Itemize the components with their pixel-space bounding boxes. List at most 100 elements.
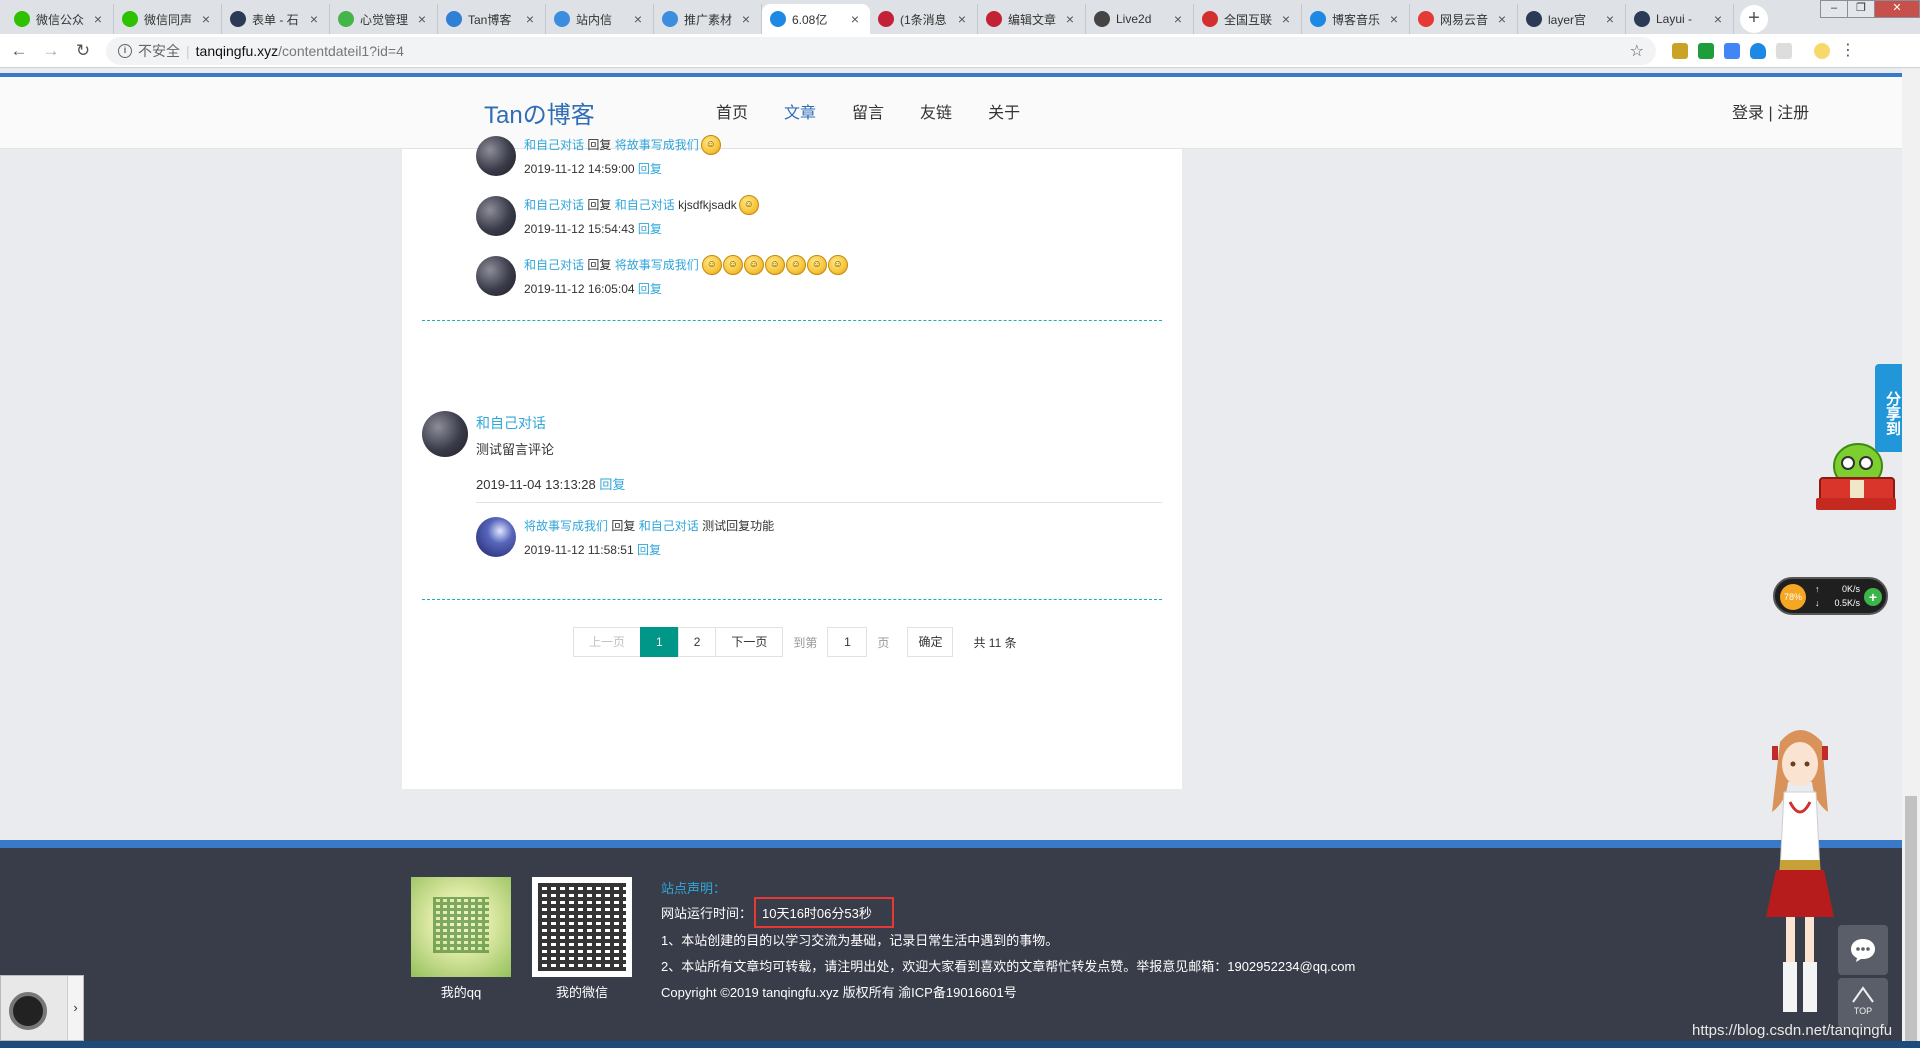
goto-page-input[interactable]: 1 <box>827 627 868 657</box>
auth-links: 登录 | 注册 <box>1732 99 1809 123</box>
extension-icon[interactable] <box>1672 42 1688 59</box>
tab-close-icon[interactable]: × <box>848 11 862 27</box>
bookmark-star-icon[interactable]: ☆ <box>1630 41 1644 61</box>
browser-tab[interactable]: 全国互联 × <box>1194 4 1302 34</box>
minimize-button[interactable]: – <box>1820 0 1848 18</box>
tab-close-icon[interactable]: × <box>415 11 429 27</box>
comment-meta: 2019-11-04 13:13:28 回复 <box>476 474 625 493</box>
tab-close-icon[interactable]: × <box>955 11 969 27</box>
reply-author-link[interactable]: 将故事写成我们 <box>524 517 608 535</box>
reply-button[interactable]: 回复 <box>638 162 662 176</box>
reload-button[interactable]: ↻ <box>70 38 96 64</box>
url-input[interactable]: i 不安全 | tanqingfu.xyz/contentdateil1?id=… <box>106 36 1656 65</box>
extension-icon[interactable] <box>1750 42 1766 59</box>
tab-close-icon[interactable]: × <box>1063 11 1077 27</box>
browser-tab[interactable]: 表单 - 石 × <box>222 4 330 34</box>
profile-avatar[interactable] <box>1814 42 1830 59</box>
scrollbar-thumb[interactable] <box>1905 796 1917 1041</box>
reply-button[interactable]: 回复 <box>637 543 661 557</box>
browser-tab[interactable]: 推广素材 × <box>654 4 762 34</box>
new-tab-button[interactable]: + <box>1740 5 1768 33</box>
extension-icon[interactable] <box>1724 42 1740 59</box>
tab-close-icon[interactable]: × <box>739 11 753 27</box>
browser-tab[interactable]: 微信公众 × <box>6 4 114 34</box>
tab-close-icon[interactable]: × <box>1171 11 1185 27</box>
tab-close-icon[interactable]: × <box>1495 11 1509 27</box>
reply-item: 和自己对话 回复 将故事写成我们 ☺ 2019-11-12 14:59:00 回复 <box>476 135 721 177</box>
browser-tab[interactable]: 站内信 × <box>546 4 654 34</box>
back-button[interactable]: ← <box>6 38 32 64</box>
emoji-icon: ☺ <box>743 255 764 275</box>
chat-bubble-icon <box>1851 939 1875 962</box>
reply-target-link[interactable]: 和自己对话 <box>639 517 699 535</box>
music-player[interactable]: › <box>0 975 84 1041</box>
tab-close-icon[interactable]: × <box>1711 11 1725 27</box>
browser-tab[interactable]: 博客音乐 × <box>1302 4 1410 34</box>
page-button-1[interactable]: 1 <box>640 627 679 657</box>
page-scrollbar[interactable] <box>1902 69 1920 1048</box>
browser-tab[interactable]: 6.08亿 × <box>762 4 870 34</box>
tab-close-icon[interactable]: × <box>523 11 537 27</box>
page-button-2[interactable]: 2 <box>677 627 717 657</box>
nav-articles[interactable]: 文章 <box>784 99 816 123</box>
browser-tab[interactable]: 微信同声 × <box>114 4 222 34</box>
reply-author-link[interactable]: 和自己对话 <box>524 196 584 214</box>
register-link[interactable]: 注册 <box>1777 105 1809 122</box>
extension-icon[interactable] <box>1776 42 1792 59</box>
browser-tab[interactable]: 心觉管理 × <box>330 4 438 34</box>
prev-page-button[interactable]: 上一页 <box>573 627 642 657</box>
tab-close-icon[interactable]: × <box>631 11 645 27</box>
tab-close-icon[interactable]: × <box>199 11 213 27</box>
nav-friend-links[interactable]: 友链 <box>920 99 952 123</box>
runtime-line: 网站运行时间： 10天16时06分53秒 <box>661 897 894 928</box>
reply-target-link[interactable]: 将故事写成我们 <box>615 136 699 154</box>
next-page-button[interactable]: 下一页 <box>715 627 784 657</box>
menu-kebab-icon[interactable]: ⋮ <box>1840 42 1856 59</box>
browser-tab[interactable]: Tan博客 × <box>438 4 546 34</box>
tab-close-icon[interactable]: × <box>1279 11 1293 27</box>
maximize-button[interactable]: ❐ <box>1847 0 1875 18</box>
close-window-button[interactable]: ✕ <box>1874 0 1920 18</box>
browser-tab[interactable]: 网易云音 × <box>1410 4 1518 34</box>
browser-tab[interactable]: (1条消息 × <box>870 4 978 34</box>
site-logo[interactable]: Tanの博客 <box>484 95 595 130</box>
back-to-top-button[interactable]: TOP <box>1838 978 1888 1028</box>
browser-tab[interactable]: layer官 × <box>1518 4 1626 34</box>
emoji-icon: ☺ <box>722 255 743 275</box>
accelerate-plus-icon[interactable]: + <box>1864 588 1882 606</box>
upload-speed: 0K/s <box>1841 584 1860 594</box>
reply-button[interactable]: 回复 <box>599 477 625 492</box>
reply-target-link[interactable]: 将故事写成我们 <box>615 256 699 274</box>
reply-button[interactable]: 回复 <box>638 222 662 236</box>
reply-author-link[interactable]: 和自己对话 <box>524 136 584 154</box>
login-link[interactable]: 登录 <box>1732 105 1764 122</box>
expand-player-icon[interactable]: › <box>67 976 83 1040</box>
browser-tab[interactable]: 编辑文章 × <box>978 4 1086 34</box>
browser-tab[interactable]: Live2d × <box>1086 4 1194 34</box>
extension-icon[interactable] <box>1698 42 1714 59</box>
reply-verb: 回复 <box>611 519 636 533</box>
browser-tab[interactable]: Layui - × <box>1626 4 1734 34</box>
tab-favicon-icon <box>14 11 30 27</box>
reply-button[interactable]: 回复 <box>638 282 662 296</box>
tab-favicon-icon <box>446 11 462 27</box>
qq-qr-label: 我的qq <box>440 985 482 1000</box>
goto-confirm-button[interactable]: 确定 <box>907 627 954 657</box>
reply-author-link[interactable]: 和自己对话 <box>524 256 584 274</box>
reply-target-link[interactable]: 和自己对话 <box>615 196 675 214</box>
network-speed-widget[interactable]: 78% ↑ ↓ 0K/s 0.5K/s + <box>1773 577 1888 615</box>
nav-messages[interactable]: 留言 <box>852 99 884 123</box>
chat-button[interactable] <box>1838 925 1888 975</box>
tab-close-icon[interactable]: × <box>91 11 105 27</box>
info-icon[interactable]: i <box>118 43 132 58</box>
tab-close-icon[interactable]: × <box>1387 11 1401 27</box>
nav-home[interactable]: 首页 <box>716 99 748 123</box>
nav-about[interactable]: 关于 <box>988 99 1020 123</box>
tab-close-icon[interactable]: × <box>307 11 321 27</box>
tab-label: 微信同声 <box>144 12 193 27</box>
tab-close-icon[interactable]: × <box>1603 11 1617 27</box>
comment-author-link[interactable]: 和自己对话 <box>476 413 554 433</box>
forward-button[interactable]: → <box>38 38 64 64</box>
comment-item: 和自己对话 测试留言评论 <box>422 411 554 458</box>
reply-verb: 回复 <box>587 198 612 212</box>
